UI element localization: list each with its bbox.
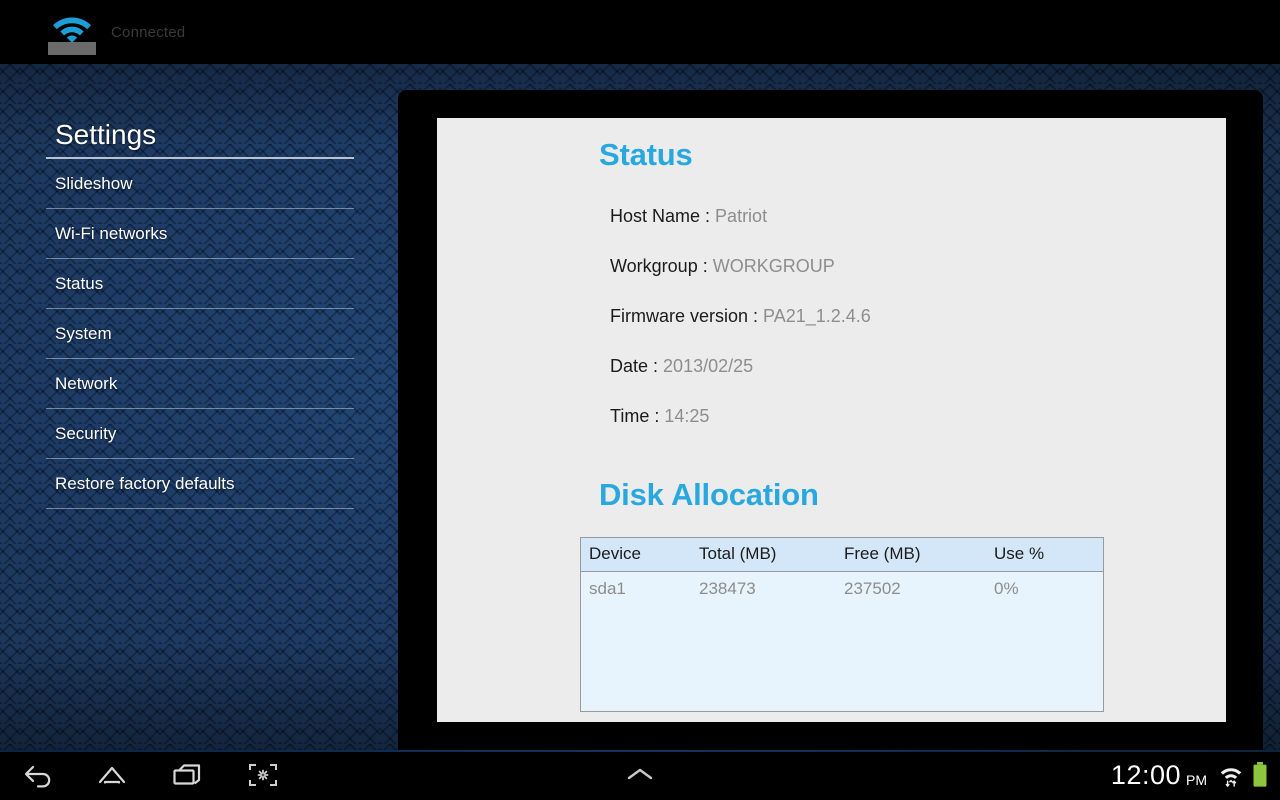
column-header-total: Total (MB) [691, 538, 836, 572]
settings-sidebar: Settings Slideshow Wi-Fi networks Status… [46, 118, 354, 509]
status-value: 14:25 [664, 406, 710, 426]
settings-content-panel: Status Host Name : Patriot Workgroup : W… [437, 118, 1226, 722]
screenshot-button[interactable] [226, 750, 300, 800]
wifi-connected-icon [48, 9, 96, 55]
status-value: Patriot [715, 206, 768, 226]
sidebar-item-network[interactable]: Network [46, 359, 354, 409]
status-value: 2013/02/25 [663, 356, 754, 376]
system-navigation-bar: 12:00 PM [0, 750, 1280, 800]
status-label: Date : [610, 356, 659, 376]
connection-status-label: Connected [111, 23, 186, 41]
sidebar-item-label: System [55, 323, 112, 343]
sidebar-item-system[interactable]: System [46, 309, 354, 359]
sidebar-item-label: Wi-Fi networks [55, 223, 168, 243]
status-row-firmware-version: Firmware version : PA21_1.2.4.6 [610, 291, 871, 341]
sidebar-item-label: Slideshow [55, 173, 133, 193]
system-tray[interactable]: 12:00 PM [1111, 750, 1272, 800]
sidebar-item-label: Status [55, 273, 104, 293]
sidebar-item-status[interactable]: Status [46, 259, 354, 309]
recent-apps-button[interactable] [150, 750, 224, 800]
recent-apps-icon [173, 764, 201, 785]
status-details-list: Host Name : Patriot Workgroup : WORKGROU… [610, 191, 871, 441]
sidebar-item-slideshow[interactable]: Slideshow [46, 159, 354, 209]
cell-free: 237502 [844, 578, 901, 598]
home-button[interactable] [75, 750, 149, 800]
disk-allocation-section-heading: Disk Allocation [599, 477, 819, 512]
sidebar-item-security[interactable]: Security [46, 409, 354, 459]
expand-statusbar-button[interactable] [604, 750, 676, 800]
status-value: PA21_1.2.4.6 [763, 306, 871, 326]
status-label: Firmware version : [610, 306, 759, 326]
back-arrow-icon [24, 765, 51, 788]
column-header-device: Device [581, 538, 691, 572]
cell-device: sda1 [589, 578, 626, 598]
tablet-screen: Connected Settings Slideshow Wi-Fi netwo… [0, 0, 1280, 800]
chevron-up-icon [627, 768, 653, 780]
status-row-date: Date : 2013/02/25 [610, 341, 871, 391]
status-label: Workgroup : [610, 256, 708, 276]
top-status-bar: Connected [0, 0, 1280, 64]
status-label: Host Name : [610, 206, 711, 226]
cell-total: 238473 [699, 578, 756, 598]
status-section-heading: Status [599, 137, 693, 172]
title-underline [46, 157, 354, 159]
sidebar-item-wifi-networks[interactable]: Wi-Fi networks [46, 209, 354, 259]
column-header-free: Free (MB) [836, 538, 986, 572]
status-value: WORKGROUP [712, 256, 835, 276]
screenshot-icon [249, 764, 277, 786]
status-row-workgroup: Workgroup : WORKGROUP [610, 241, 871, 291]
clock-time: 12:00 [1110, 759, 1181, 790]
table-row[interactable]: sda1 238473 237502 0% [581, 571, 1103, 606]
wifi-signal-icon [1218, 762, 1244, 788]
disk-allocation-table: Device Total (MB) Free (MB) Use % sda1 2… [580, 537, 1104, 712]
home-icon [98, 766, 126, 784]
sidebar-item-label: Network [55, 373, 118, 393]
status-row-time: Time : 14:25 [610, 391, 871, 441]
cell-use-percent: 0% [994, 578, 1019, 598]
status-label: Time : [610, 406, 660, 426]
back-button[interactable] [2, 750, 76, 800]
sidebar-item-label: Restore factory defaults [55, 473, 235, 493]
table-header-row: Device Total (MB) Free (MB) Use % [581, 538, 1103, 572]
sidebar-item-label: Security [55, 423, 117, 443]
wifi-badge-underlay [48, 42, 96, 55]
column-header-use-percent: Use % [986, 538, 1103, 572]
battery-full-icon [1252, 761, 1268, 789]
status-row-host-name: Host Name : Patriot [610, 191, 871, 241]
sidebar-item-restore-factory-defaults[interactable]: Restore factory defaults [46, 459, 354, 509]
page-title: Settings [55, 119, 157, 150]
clock-ampm: PM [1186, 772, 1207, 788]
